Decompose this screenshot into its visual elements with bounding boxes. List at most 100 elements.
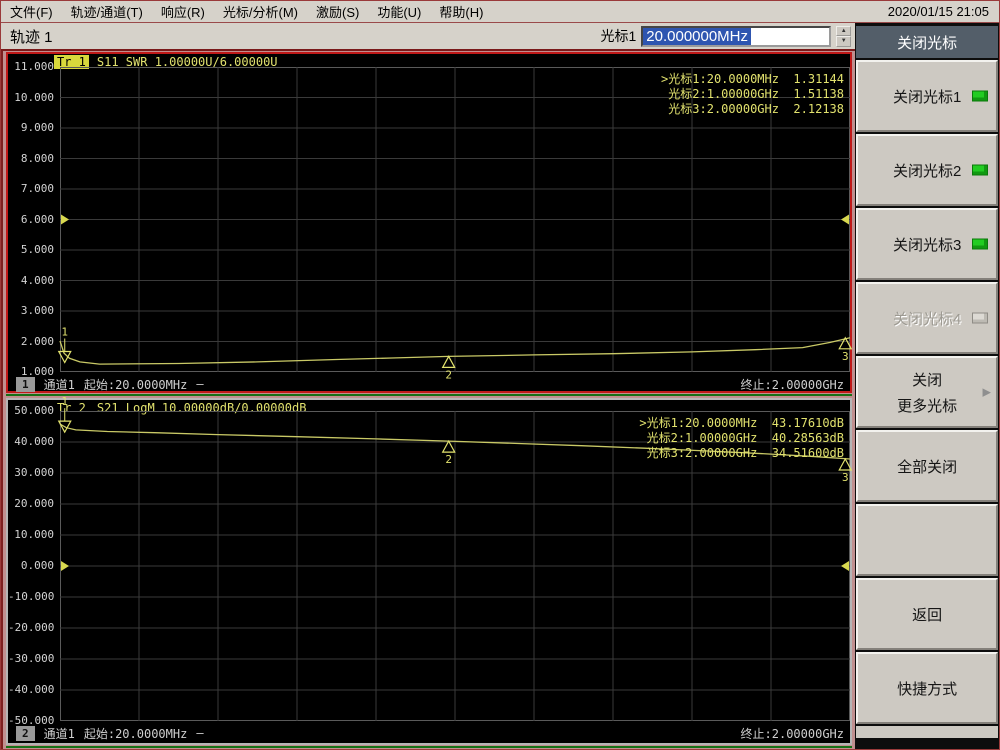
led-indicator-off xyxy=(972,313,988,324)
led-indicator-on xyxy=(972,165,988,176)
softkey-label: 全部关闭 xyxy=(897,456,957,477)
y-axis-tick-label: 40.000 xyxy=(8,435,54,448)
menu-marker-analysis[interactable]: 光标/分析(M) xyxy=(214,5,307,20)
y-axis-tick-label: 8.000 xyxy=(8,152,54,165)
sweep-start-label: 起始:20.0000MHz xyxy=(84,376,187,393)
marker-readout: >光标1:20.0000MHz 1.31144 光标2:1.00000GHz 1… xyxy=(661,72,844,117)
softkey-关闭光标4: 关闭光标4 xyxy=(856,282,998,354)
sweep-stop-label: 终止:2.00000GHz xyxy=(741,376,844,393)
menu-file[interactable]: 文件(F) xyxy=(1,5,62,20)
softkey-全部关闭[interactable]: 全部关闭 xyxy=(856,430,998,502)
marker-number: 1 xyxy=(61,326,68,339)
softkey-关闭光标3[interactable]: 关闭光标3 xyxy=(856,208,998,280)
submenu-arrow-icon: ▶ xyxy=(983,386,991,399)
y-axis-tick-label: 3.000 xyxy=(8,304,54,317)
reference-level-arrow-left xyxy=(61,215,69,225)
softkey-label: 关闭光标1 xyxy=(893,86,961,107)
reference-level-arrow-right xyxy=(841,561,849,571)
sweep-indicator: — xyxy=(196,726,203,740)
softkey-label: 关闭光标2 xyxy=(893,160,961,181)
y-axis-tick-label: 0.000 xyxy=(8,559,54,572)
active-trace-label: 轨迹 1 xyxy=(1,26,53,47)
marker-number: 3 xyxy=(842,471,849,484)
marker-readout: >光标1:20.0000MHz 43.17610dB 光标2:1.00000GH… xyxy=(639,416,844,461)
y-axis-tick-label: 50.000 xyxy=(8,404,54,417)
y-axis-tick-label: 7.000 xyxy=(8,182,54,195)
softkey-label: 关闭光标3 xyxy=(893,234,961,255)
toolbar: 轨迹 1 光标1 20.000000MHz ▲ ▼ xyxy=(1,23,855,51)
y-axis-tick-label: -10.000 xyxy=(8,590,54,603)
marker-readout-line: >光标1:20.0000MHz 1.31144 xyxy=(661,72,844,87)
menu-trace-channel[interactable]: 轨迹/通道(T) xyxy=(62,5,152,20)
softkey-label: 更多光标 xyxy=(897,395,957,416)
marker-entry-group: 光标1 20.000000MHz ▲ ▼ xyxy=(600,26,851,47)
y-axis-tick-label: 9.000 xyxy=(8,121,54,134)
channel-status-bar: 2通道1起始:20.0000MHz—终止:2.00000GHz xyxy=(16,724,844,742)
channel-status-bar: 1 通道1 起始:20.0000MHz — 终止:2.00000GHz xyxy=(16,375,844,393)
panel-separator xyxy=(6,394,852,396)
menu-bar: 文件(F)轨迹/通道(T)响应(R)光标/分析(M)激励(S)功能(U)帮助(H… xyxy=(1,1,999,23)
softkey-返回[interactable]: 返回 xyxy=(856,578,998,650)
marker-triangle xyxy=(443,356,455,367)
softkey-sidebar: 关闭光标 关闭光标1 关闭光标2 关闭光标3 关闭光标4 关闭更多光标 ▶ 全部关闭返回快捷… xyxy=(855,23,999,750)
y-axis-tick-label: 5.000 xyxy=(8,243,54,256)
main-content: 轨迹 1 光标1 20.000000MHz ▲ ▼ Tr 1S11 SWR 1.… xyxy=(1,23,999,750)
marker-number: 3 xyxy=(842,350,849,363)
softkey-menu-title: 关闭光标 xyxy=(856,26,998,58)
marker-readout-line: >光标1:20.0000MHz 43.17610dB xyxy=(639,416,844,431)
y-axis-tick-label: 10.000 xyxy=(8,91,54,104)
sweep-indicator: — xyxy=(196,377,203,391)
sidebar-footer xyxy=(856,726,998,738)
y-axis-tick-label: 4.000 xyxy=(8,274,54,287)
channel-number-badge: 2 xyxy=(16,726,35,741)
y-axis-tick-label: 11.000 xyxy=(8,60,54,73)
marker-frequency-input[interactable]: 20.000000MHz xyxy=(641,26,831,47)
marker-number: 2 xyxy=(445,453,452,466)
channel-number-badge: 1 xyxy=(16,377,35,392)
frequency-spinner: ▲ ▼ xyxy=(836,26,851,47)
sweep-start-label: 起始:20.0000MHz xyxy=(84,725,187,742)
y-axis-tick-label: -20.000 xyxy=(8,621,54,634)
softkey-label: 快捷方式 xyxy=(897,678,957,699)
y-axis-tick-label: 20.000 xyxy=(8,497,54,510)
softkey-label: 关闭 xyxy=(912,369,942,390)
marker-number: 1 xyxy=(61,395,68,408)
marker-input-label: 光标1 xyxy=(600,26,636,46)
marker-symbol-2[interactable]: 2 xyxy=(443,441,455,466)
menu-items: 文件(F)轨迹/通道(T)响应(R)光标/分析(M)激励(S)功能(U)帮助(H… xyxy=(1,2,492,21)
softkey-关闭光标2[interactable]: 关闭光标2 xyxy=(856,134,998,206)
y-axis-tick-label: -30.000 xyxy=(8,652,54,665)
reference-level-arrow-left xyxy=(61,561,69,571)
marker-readout-line: 光标2:1.00000GHz 1.51138 xyxy=(661,87,844,102)
reference-level-arrow-right xyxy=(841,215,849,225)
menu-response[interactable]: 响应(R) xyxy=(152,5,214,20)
y-axis-tick-label: 6.000 xyxy=(8,213,54,226)
spinner-up-button[interactable]: ▲ xyxy=(836,26,851,37)
chart-panel-s21[interactable]: Tr 2S21 LogM 10.00000dB/0.00000dB50.0004… xyxy=(6,398,852,745)
clock: 2020/01/15 21:05 xyxy=(888,4,999,19)
chart-area: Tr 1S11 SWR 1.00000U/6.00000U11.00010.00… xyxy=(1,51,855,750)
menu-function[interactable]: 功能(U) xyxy=(368,5,430,20)
channel-label: 通道1 xyxy=(44,725,75,742)
marker-readout-line: 光标3:2.00000GHz 2.12138 xyxy=(661,102,844,117)
softkey-blank[interactable] xyxy=(856,504,998,576)
led-indicator-on xyxy=(972,239,988,250)
menu-help[interactable]: 帮助(H) xyxy=(430,5,492,20)
y-axis-tick-label: 10.000 xyxy=(8,528,54,541)
y-axis-tick-label: 2.000 xyxy=(8,335,54,348)
softkey-快捷方式[interactable]: 快捷方式 xyxy=(856,652,998,724)
y-axis-tick-label: 30.000 xyxy=(8,466,54,479)
chart-panel-s11[interactable]: Tr 1S11 SWR 1.00000U/6.00000U11.00010.00… xyxy=(6,52,852,393)
softkey-关闭-更多光标[interactable]: 关闭更多光标 ▶ xyxy=(856,356,998,428)
menu-stimulus[interactable]: 激励(S) xyxy=(307,5,368,20)
softkey-关闭光标1[interactable]: 关闭光标1 xyxy=(856,60,998,132)
measurement-column: 轨迹 1 光标1 20.000000MHz ▲ ▼ Tr 1S11 SWR 1.… xyxy=(1,23,855,750)
y-axis-tick-label: -40.000 xyxy=(8,683,54,696)
marker-triangle xyxy=(443,441,455,452)
panel-separator xyxy=(6,746,852,748)
vna-application-window: 文件(F)轨迹/通道(T)响应(R)光标/分析(M)激励(S)功能(U)帮助(H… xyxy=(0,0,1000,750)
channel-label: 通道1 xyxy=(44,376,75,393)
spinner-down-button[interactable]: ▼ xyxy=(836,36,851,47)
led-indicator-on xyxy=(972,91,988,102)
marker-readout-line: 光标3:2.00000GHz 34.51600dB xyxy=(639,446,844,461)
